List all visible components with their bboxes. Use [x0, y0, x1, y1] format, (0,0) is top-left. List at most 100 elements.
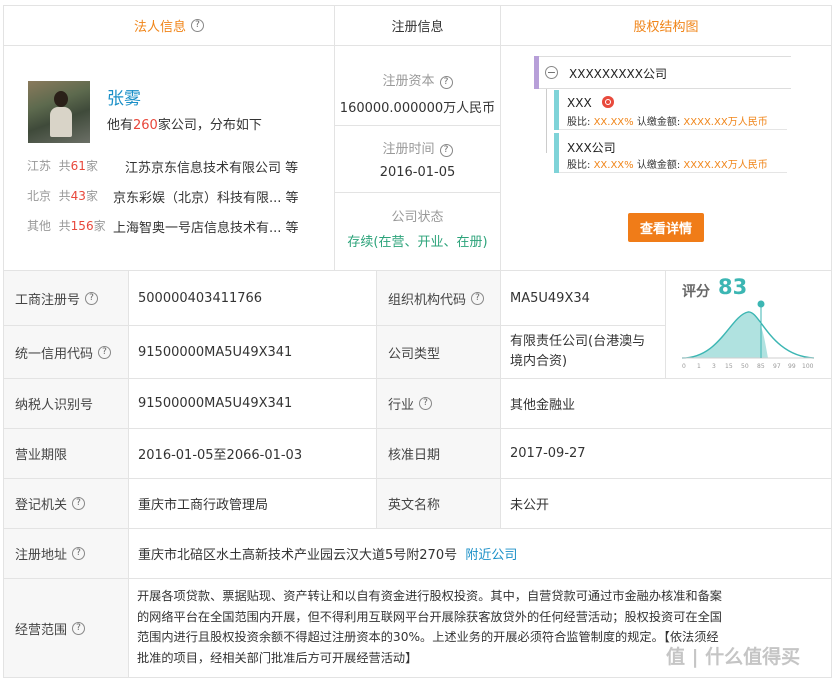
holder-name: XXX公司 — [567, 141, 616, 155]
axis-tick: 97 — [773, 363, 781, 370]
scope-label-text: 经营范围 — [15, 622, 68, 638]
tab-registration[interactable]: 注册信息 — [335, 6, 500, 45]
axis-tick: 99 — [788, 363, 796, 370]
capital-label: 注册资本? — [335, 70, 500, 89]
axis-tick: 85 — [757, 363, 765, 370]
term-value: 2016-01-05至2066-01-03 — [138, 448, 303, 463]
credit-label-text: 统一信用代码 — [15, 346, 94, 362]
tab-legal-person[interactable]: 法人信息? — [4, 6, 334, 45]
summary-count: 260 — [133, 118, 158, 133]
amount-value: XXXX.XX万人民币 — [683, 117, 768, 128]
help-icon[interactable]: ? — [85, 291, 99, 305]
help-icon[interactable]: ? — [191, 19, 204, 32]
capital-label-text: 注册资本 — [382, 74, 435, 89]
status-label: 公司状态 — [391, 210, 444, 225]
english-label: 英文名称 — [377, 479, 500, 528]
org-code-label-text: 组织机构代码 — [388, 292, 467, 308]
axis-tick: 100 — [802, 363, 814, 370]
help-icon[interactable]: ? — [419, 397, 433, 410]
axis-tick: 50 — [741, 363, 749, 370]
ratio-label: 股比: — [567, 160, 591, 171]
credit-label: 统一信用代码? — [4, 326, 128, 378]
region-company-name: 京东彩娱（北京）科技有限... — [113, 191, 282, 206]
nearby-companies-link[interactable]: 附近公司 — [465, 544, 517, 563]
person-summary: 他有260家公司，分布如下 — [107, 114, 262, 133]
region-prefix: 共 — [58, 219, 71, 233]
region-company[interactable]: 京东彩娱（北京）科技有限... 等 — [113, 187, 299, 206]
holder-node[interactable]: XXX 股比: XX.XX% 认缴金额: XXXX.XX万人民币 — [559, 90, 787, 130]
authority-value: 重庆市工商行政管理局 — [138, 498, 269, 513]
tab-registration-label: 注册信息 — [391, 20, 444, 35]
region-row: 北京 共43家 — [27, 187, 98, 204]
address-value: 重庆市北碚区水土高新技术产业园云汉大道5号附270号 附近公司 — [129, 529, 831, 578]
address-text: 重庆市北碚区水土高新技术产业园云汉大道5号附270号 — [138, 548, 458, 563]
region-count: 43 — [70, 189, 86, 203]
tax-value: 91500000MA5U49X341 — [138, 396, 293, 411]
type-label: 公司类型 — [377, 326, 500, 378]
term-label: 营业期限 — [4, 429, 128, 478]
region-unit: 家 — [85, 159, 98, 173]
holder-detail: 股比: XX.XX% 认缴金额: XXXX.XX万人民币 — [567, 156, 768, 171]
org-code-label: 组织机构代码? — [377, 271, 500, 325]
status-value: 存续(在营、开业、在册) — [347, 235, 488, 250]
region-prefix: 共 — [58, 189, 71, 203]
score-area — [682, 311, 768, 358]
root-company: XXXXXXXXX公司 — [569, 67, 667, 81]
authority-label: 登记机关? — [4, 479, 128, 528]
reg-no-value: 500000403411766 — [138, 290, 263, 306]
help-icon[interactable]: ? — [72, 497, 86, 510]
score-marker — [757, 300, 765, 308]
region-suffix: 等 — [285, 191, 299, 206]
scope-line: 开展各项贷款、票据贴现、资产转让和以自有资金进行股权投资。其中，自营贷款可通过市… — [137, 589, 722, 603]
reg-no-label-text: 工商注册号 — [15, 292, 81, 308]
avatar[interactable] — [28, 81, 90, 143]
axis-tick: 1 — [697, 363, 701, 370]
score-curve: 0 1 3 15 50 85 97 99 100 — [681, 300, 815, 370]
region-row: 其他 共156家 — [27, 217, 106, 234]
english-value: 未公开 — [510, 498, 550, 513]
region-count: 61 — [70, 159, 86, 173]
region-company[interactable]: 江苏京东信息技术有限公司 等 — [125, 157, 298, 176]
approve-value: 2017-09-27 — [510, 446, 586, 461]
view-details-button[interactable]: 查看详情 — [628, 213, 704, 242]
help-icon[interactable]: ? — [471, 291, 485, 305]
help-icon[interactable]: ? — [98, 345, 112, 359]
credit-value: 91500000MA5U49X341 — [138, 344, 293, 360]
amount-label: 认缴金额: — [636, 117, 681, 128]
watermark: 值 | 什么值得买 — [666, 646, 801, 668]
help-icon[interactable]: ? — [439, 144, 453, 157]
holder-node[interactable]: XXX公司 股比: XX.XX% 认缴金额: XXXX.XX万人民币 — [559, 133, 787, 173]
capital-value: 160000.000000万人民币 — [339, 101, 496, 116]
help-icon[interactable]: ? — [72, 547, 86, 560]
region-company-name: 江苏京东信息技术有限公司 — [125, 161, 282, 176]
collapse-icon[interactable]: − — [545, 66, 558, 79]
root-node[interactable]: − XXXXXXXXX公司 — [539, 56, 791, 89]
region-name: 江苏 — [27, 159, 52, 173]
org-code-value: MA5U49X34 — [510, 290, 590, 306]
region-company[interactable]: 上海智奥一号店信息技术有... 等 — [113, 217, 299, 236]
type-line: 有限责任公司(台港澳与 — [510, 334, 646, 349]
region-row: 江苏 共61家 — [27, 157, 98, 174]
tab-equity[interactable]: 股权结构图 — [501, 6, 831, 45]
reg-no-label: 工商注册号? — [4, 271, 128, 325]
region-company-name: 上海智奥一号店信息技术有... — [113, 221, 282, 236]
address-label: 注册地址? — [4, 529, 128, 578]
axis-tick: 3 — [712, 363, 716, 370]
type-value: 有限责任公司(台港澳与 境内合资) — [501, 326, 665, 378]
region-unit: 家 — [93, 219, 106, 233]
region-unit: 家 — [85, 189, 98, 203]
ratio-label: 股比: — [567, 117, 591, 128]
industry-label-text: 行业 — [388, 398, 415, 413]
region-name: 北京 — [27, 189, 52, 203]
industry-label: 行业? — [377, 379, 500, 428]
region-suffix: 等 — [285, 161, 299, 176]
person-icon — [602, 96, 614, 108]
help-icon[interactable]: ? — [439, 76, 453, 89]
industry-value: 其他金融业 — [510, 398, 576, 413]
person-name[interactable]: 张雾 — [107, 84, 141, 109]
tree-line — [546, 89, 547, 153]
axis-tick: 15 — [725, 363, 733, 370]
help-icon[interactable]: ? — [72, 621, 86, 635]
type-line: 境内合资) — [510, 354, 568, 369]
approve-label: 核准日期 — [377, 429, 500, 478]
